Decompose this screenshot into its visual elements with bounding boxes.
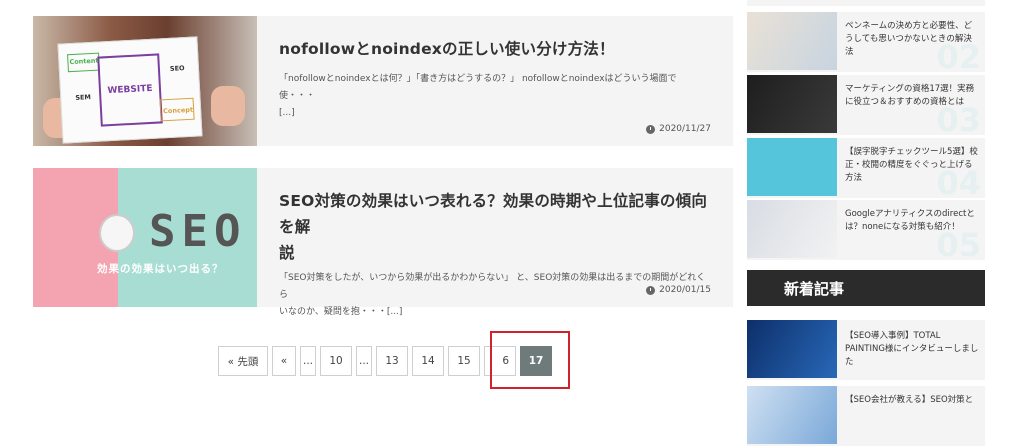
popular-post-item[interactable]: Googleアナリティクスのdirectとは？noneになる対策も紹介！ 05 xyxy=(747,200,985,264)
pagination-ellipsis: ... xyxy=(356,346,372,376)
content-label: Content xyxy=(69,56,99,67)
excerpt-line: 「nofollowとnoindexとは何？」「書き方はどうするの？」 nofol… xyxy=(279,74,677,101)
article-card[interactable]: SEO 効果の効果はいつ出る？ SEO対策の効果はいつ表れる？効果の時期や上位記… xyxy=(33,168,733,317)
post-thumbnail[interactable] xyxy=(747,12,837,70)
sidebar-top-item xyxy=(747,0,985,6)
page-link-10[interactable]: 10 xyxy=(320,346,352,376)
title-line: SEO対策の効果はいつ表れる？効果の時期や上位記事の傾向を解 xyxy=(279,192,708,236)
popular-post-item[interactable]: マーケティングの資格17選！実務に役立つ＆おすすめの資格とは 03 xyxy=(747,75,985,139)
website-label: WEBSITE xyxy=(97,53,163,127)
page-link-15[interactable]: 15 xyxy=(448,346,480,376)
article-body: nofollowとnoindexの正しい使い分け方法！ 「nofollowとno… xyxy=(257,16,733,146)
post-thumbnail[interactable] xyxy=(747,386,837,444)
new-post-item[interactable]: 【SEO導入事例】TOTAL PAINTING様にインタビューしました xyxy=(747,320,985,380)
sem-label: SEM xyxy=(75,93,92,102)
article-excerpt: 「SEO対策をしたが、いつから効果が出るかわからない」 と、SEO対策の効果は出… xyxy=(279,270,711,321)
excerpt-line: いなのか、疑問を抱・・・[...] xyxy=(279,307,403,317)
article-title[interactable]: SEO対策の効果はいつ表れる？効果の時期や上位記事の傾向を解 説 xyxy=(279,188,711,266)
post-thumbnail[interactable] xyxy=(747,138,837,196)
first-page-link[interactable]: « 先頭 xyxy=(218,346,268,376)
article-date: 2020/11/27 xyxy=(646,124,711,134)
popular-post-item[interactable]: 【誤字脱字チェックツール5選】校正・校閲の精度をぐぐっと上げる方法 04 xyxy=(747,138,985,202)
article-excerpt: 「nofollowとnoindexとは何？」「書き方はどうするの？」 nofol… xyxy=(279,71,711,122)
pagination-ellipsis: ... xyxy=(300,346,316,376)
title-line: 説 xyxy=(279,244,295,262)
article-body: SEO対策の効果はいつ表れる？効果の時期や上位記事の傾向を解 説 「SEO対策を… xyxy=(257,168,733,317)
excerpt-line: [...] xyxy=(279,108,295,118)
clock-icon xyxy=(646,124,656,134)
post-title[interactable]: Googleアナリティクスのdirectとは？noneになる対策も紹介！ xyxy=(837,200,985,260)
excerpt-line: 「SEO対策をしたが、いつから効果が出るかわからない」 と、SEO対策の効果は出… xyxy=(279,273,706,300)
post-thumbnail[interactable] xyxy=(747,75,837,133)
post-title[interactable]: マーケティングの資格17選！実務に役立つ＆おすすめの資格とは xyxy=(837,75,985,135)
article-title[interactable]: nofollowとnoindexの正しい使い分け方法！ xyxy=(279,36,711,62)
date-text: 2020/01/15 xyxy=(659,285,711,295)
page-link-14[interactable]: 14 xyxy=(412,346,444,376)
post-title[interactable]: ペンネームの決め方と必要性、どうしても思いつかないときの解決法 xyxy=(837,12,985,72)
alarm-clock-icon xyxy=(99,214,135,252)
hand-image xyxy=(211,86,245,126)
post-title[interactable]: 【誤字脱字チェックツール5選】校正・校閲の精度をぐぐっと上げる方法 xyxy=(837,138,985,198)
post-title[interactable]: 【SEO会社が教える】SEO対策と xyxy=(837,386,979,446)
popular-post-item[interactable]: ペンネームの決め方と必要性、どうしても思いつかないときの解決法 02 xyxy=(747,12,985,76)
seo-thumb-text: SEO xyxy=(149,206,247,257)
article-thumbnail[interactable]: SEO 効果の効果はいつ出る？ xyxy=(33,168,257,307)
post-thumbnail[interactable] xyxy=(747,200,837,258)
post-thumbnail[interactable] xyxy=(747,320,837,378)
highlight-box xyxy=(490,331,570,389)
new-post-item[interactable]: 【SEO会社が教える】SEO対策と xyxy=(747,386,985,446)
thumb-caption: 効果の効果はいつ出る？ xyxy=(97,263,224,275)
thumbnail-board: Content WEBSITE SEO SEM Concept xyxy=(57,36,203,144)
article-thumbnail[interactable]: Content WEBSITE SEO SEM Concept xyxy=(33,16,257,146)
article-date: 2020/01/15 xyxy=(646,285,711,295)
clock-icon xyxy=(646,285,656,295)
post-title[interactable]: 【SEO導入事例】TOTAL PAINTING様にインタビューしました xyxy=(837,320,985,380)
date-text: 2020/11/27 xyxy=(659,124,711,134)
page-link-13[interactable]: 13 xyxy=(376,346,408,376)
seo-label: SEO xyxy=(169,64,185,73)
new-posts-heading: 新着記事 xyxy=(747,270,985,306)
concept-label: Concept xyxy=(162,105,194,116)
article-card[interactable]: Content WEBSITE SEO SEM Concept nofollow… xyxy=(33,16,733,146)
prev-page-link[interactable]: « xyxy=(272,346,296,376)
